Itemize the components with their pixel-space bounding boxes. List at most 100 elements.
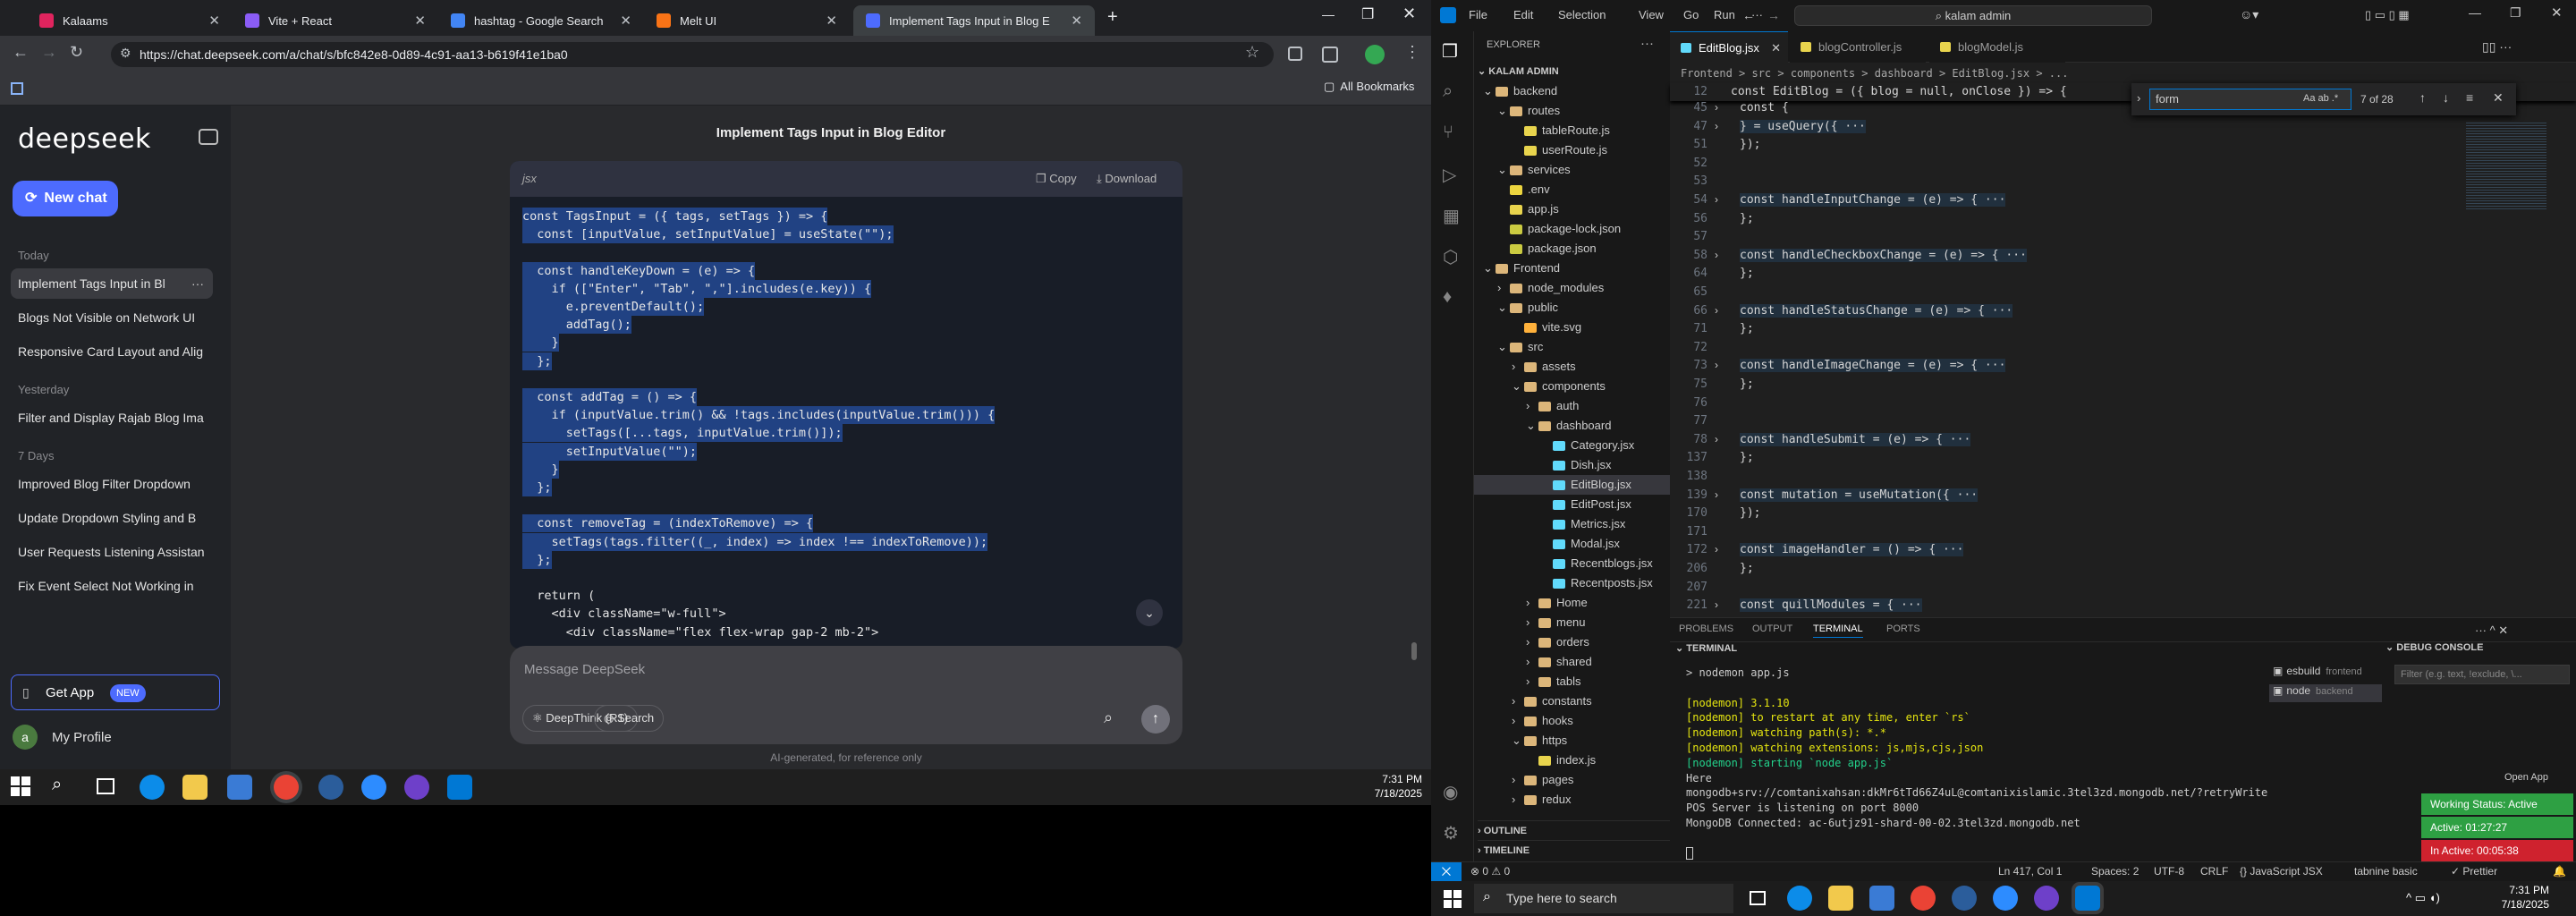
history-item[interactable]: Filter and Display Rajab Blog Ima xyxy=(11,403,213,433)
folder-item[interactable]: › redux xyxy=(1474,790,1670,810)
menu-item[interactable]: File xyxy=(1469,8,1487,21)
file-item[interactable]: vite.svg xyxy=(1474,318,1670,337)
folder-item[interactable]: › node_modules xyxy=(1474,278,1670,298)
workspace-header[interactable]: ⌄ KALAM ADMIN xyxy=(1478,62,1559,81)
code-line[interactable]: e.preventDefault(); xyxy=(522,298,705,316)
my-profile-link[interactable]: My Profile xyxy=(52,730,112,745)
remote-icon[interactable]: ⨉ xyxy=(1431,862,1462,881)
code-line[interactable]: if (["Enter", "Tab", ","].includes(e.key… xyxy=(522,279,872,298)
explorer-icon[interactable]: ❐ xyxy=(1442,40,1458,63)
problems-count[interactable]: ⊗ 0 ⚠ 0 xyxy=(1470,865,1510,878)
history-item[interactable]: User Requests Listening Assistan xyxy=(11,537,213,567)
file-explorer-icon[interactable] xyxy=(182,775,208,800)
get-app-button[interactable]: ▯ Get App NEW xyxy=(11,674,220,710)
code-line[interactable]: const handleStatusChange = (e) => { ··· xyxy=(1740,303,2013,318)
avatar[interactable]: a xyxy=(13,725,38,750)
tab-close-icon[interactable]: ✕ xyxy=(1071,13,1082,29)
code-line[interactable]: addTag(); xyxy=(522,316,631,335)
mongodb-icon[interactable]: ♦ xyxy=(1443,287,1452,308)
minimize-button[interactable]: — xyxy=(1322,7,1335,21)
task-view-icon[interactable] xyxy=(1750,891,1766,905)
history-item[interactable]: Update Dropdown Styling and B xyxy=(11,503,213,533)
folder-item[interactable]: ⌄ dashboard xyxy=(1474,416,1670,436)
code-line[interactable]: }; xyxy=(1740,562,1754,575)
site-info-icon[interactable]: ⚙ xyxy=(120,46,131,61)
history-item[interactable]: Improved Blog Filter Dropdown xyxy=(11,469,213,499)
folder-item[interactable]: ⌄ routes xyxy=(1474,101,1670,121)
terminal-line[interactable]: MongoDB Connected: ac-6utjz91-shard-00-0… xyxy=(1686,817,2267,829)
file-item[interactable]: package-lock.json xyxy=(1474,219,1670,239)
menu-item[interactable]: Run xyxy=(1714,8,1735,21)
file-item[interactable]: tableRoute.js xyxy=(1474,121,1670,140)
copilot-icon[interactable]: ☺▾ xyxy=(2240,7,2258,22)
next-match-icon[interactable]: ↓ xyxy=(2443,90,2449,105)
history-item[interactable]: Implement Tags Input in Bl ··· xyxy=(11,268,213,299)
code-line[interactable]: } = useQuery({ ··· xyxy=(1740,119,1866,133)
tabnine-icon[interactable]: ⬡ xyxy=(1443,246,1458,268)
code-line[interactable]: <div className="w-full"> xyxy=(522,605,726,623)
terminal-line[interactable]: Here xyxy=(1686,772,2267,785)
file-item[interactable]: .env xyxy=(1474,180,1670,199)
close-window-button[interactable]: ✕ xyxy=(1402,4,1416,23)
folder-item[interactable]: ⌄ Frontend xyxy=(1474,259,1670,278)
code-line[interactable]: <div className="flex flex-wrap gap-2 mb-… xyxy=(522,623,879,641)
fold-chevron-icon[interactable]: › xyxy=(1715,433,1718,445)
cursor-position[interactable]: Ln 417, Col 1 xyxy=(1998,865,2062,878)
history-item[interactable]: Blogs Not Visible on Network UI xyxy=(11,302,213,333)
store-icon[interactable] xyxy=(1869,886,1894,911)
notifications-icon[interactable]: 🔔 xyxy=(2553,865,2566,878)
folder-item[interactable]: › Home xyxy=(1474,593,1670,613)
outline-section[interactable]: › OUTLINE xyxy=(1478,820,1674,840)
code-line[interactable]: return ( xyxy=(522,587,595,605)
search-icon[interactable]: ⌕ xyxy=(1443,81,1453,102)
zoom-icon[interactable] xyxy=(361,775,386,800)
fold-chevron-icon[interactable]: › xyxy=(1715,101,1718,114)
store-icon[interactable] xyxy=(227,775,252,800)
folder-item[interactable]: › auth xyxy=(1474,396,1670,416)
debug-filter-input[interactable]: Filter (e.g. text, !exclude, \... xyxy=(2394,665,2570,684)
code-line[interactable]: }); xyxy=(1740,138,1760,151)
profile-avatar[interactable] xyxy=(1365,45,1385,64)
folder-item[interactable]: › pages xyxy=(1474,770,1670,790)
edge-icon[interactable] xyxy=(1787,886,1812,911)
file-item[interactable]: userRoute.js xyxy=(1474,140,1670,160)
panel-actions-icon[interactable]: ··· ^ ✕ xyxy=(2475,623,2508,638)
menu-item[interactable]: Selection xyxy=(1558,8,1606,21)
vscode-taskbar-icon[interactable] xyxy=(447,775,472,800)
github-desktop-icon[interactable] xyxy=(404,775,429,800)
code-line[interactable]: const mutation = useMutation({ ··· xyxy=(1740,488,1979,502)
file-item[interactable]: Category.jsx xyxy=(1474,436,1670,455)
back-icon[interactable]: ← xyxy=(13,43,29,62)
indentation[interactable]: Spaces: 2 xyxy=(2091,865,2139,878)
end-of-line[interactable]: CRLF xyxy=(2200,865,2228,878)
copy-button[interactable]: ❐ Copy xyxy=(1036,172,1077,186)
windows-start-icon[interactable] xyxy=(11,776,30,796)
file-item[interactable]: Modal.jsx xyxy=(1474,534,1670,554)
scroll-down-icon[interactable]: ⌄ xyxy=(1136,599,1163,626)
terminal-line[interactable]: [nodemon] to restart at any time, enter … xyxy=(1686,711,2267,724)
code-line[interactable]: }; xyxy=(1740,267,1754,280)
code-line[interactable]: setInputValue(""); xyxy=(522,442,698,461)
explorer-more-icon[interactable]: ··· xyxy=(1640,36,1654,51)
prettier-status[interactable]: ✓ Prettier xyxy=(2451,865,2497,878)
folder-item[interactable]: › shared xyxy=(1474,652,1670,672)
history-item[interactable]: Fix Event Select Not Working in xyxy=(11,571,213,601)
code-line[interactable]: if (inputValue.trim() && !tags.includes(… xyxy=(522,406,996,425)
command-center-search[interactable]: ⌕ kalam admin xyxy=(1794,5,2152,26)
tab-close-icon[interactable]: ✕ xyxy=(1771,32,1781,64)
bookmark-star-icon[interactable]: ☆ xyxy=(1245,43,1259,62)
folder-item[interactable]: › hooks xyxy=(1474,711,1670,731)
code-line[interactable]: const handleInputChange = (e) => { ··· xyxy=(1740,193,2006,207)
send-button[interactable]: ↑ xyxy=(1141,705,1170,734)
folder-item[interactable]: › constants xyxy=(1474,691,1670,711)
file-item[interactable]: index.js xyxy=(1474,751,1670,770)
editor-tab[interactable]: EditBlog.jsx ✕ xyxy=(1670,31,1788,63)
fold-chevron-icon[interactable]: › xyxy=(1715,193,1718,206)
tab-close-icon[interactable]: ✕ xyxy=(826,13,837,29)
code-line[interactable]: const { xyxy=(1740,101,1789,114)
message-input[interactable]: Message DeepSeek xyxy=(524,662,645,677)
code-line[interactable]: }; xyxy=(1740,212,1754,225)
browser-tab[interactable]: hashtag - Google Search ✕ xyxy=(438,5,644,36)
maximize-button[interactable]: ❐ xyxy=(1361,5,1374,23)
folder-item[interactable]: › tabls xyxy=(1474,672,1670,691)
